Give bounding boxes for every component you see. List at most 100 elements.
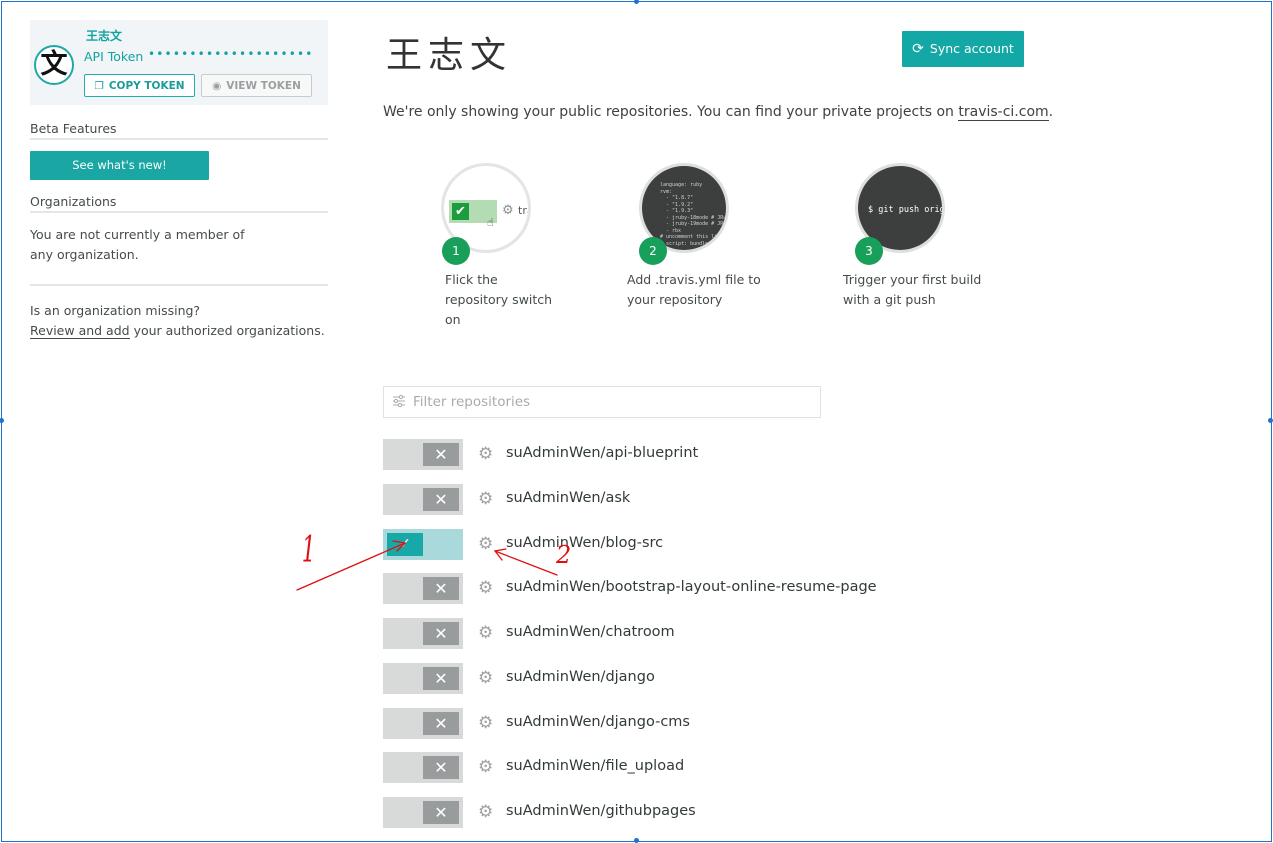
sync-account-label: Sync account xyxy=(929,41,1014,56)
filter-repositories-input[interactable] xyxy=(413,391,813,413)
repository-row: ✕ ⚙ suAdminWen/django-cms xyxy=(383,707,983,753)
repository-toggle[interactable]: ✕ xyxy=(383,662,463,694)
x-icon: ✕ xyxy=(423,801,459,824)
repository-toggle[interactable]: ✕ xyxy=(383,483,463,515)
repository-row: ✕ ⚙ suAdminWen/api-blueprint xyxy=(383,439,983,484)
step-2-badge: 2 xyxy=(639,237,667,265)
filter-repositories-box xyxy=(383,386,821,418)
resize-handle-right[interactable] xyxy=(1268,418,1273,423)
see-whats-new-button[interactable]: See what's new! xyxy=(30,151,209,180)
repository-name[interactable]: suAdminWen/django-cms xyxy=(506,714,690,730)
review-and-add-link[interactable]: Review and add xyxy=(30,323,130,339)
repository-row: ✕ ⚙ suAdminWen/django xyxy=(383,662,983,708)
settings-gear-icon[interactable]: ⚙ xyxy=(478,757,493,777)
view-token-label: VIEW TOKEN xyxy=(226,80,301,92)
divider xyxy=(30,211,328,213)
annotation-label-1: 1 xyxy=(302,528,316,570)
divider xyxy=(30,284,328,286)
page-title: 王志文 xyxy=(386,35,513,76)
step-3-text: Trigger your first build with a git push xyxy=(843,270,981,310)
x-icon: ✕ xyxy=(423,443,459,466)
profile-card: 文 王志文 API Token •••••••••••••••••••• ❐ CO… xyxy=(30,20,328,105)
repository-toggle[interactable]: ✕ xyxy=(383,573,463,605)
repository-name[interactable]: suAdminWen/api-blueprint xyxy=(506,445,698,461)
mini-repo-label: tra xyxy=(518,204,528,217)
settings-gear-icon[interactable]: ⚙ xyxy=(478,578,493,598)
missing-organization-question: Is an organization missing? xyxy=(30,303,201,318)
divider xyxy=(30,138,328,140)
repository-row: ✕ ⚙ suAdminWen/chatroom xyxy=(383,618,983,663)
view-token-button[interactable]: ◉ VIEW TOKEN xyxy=(201,74,312,97)
repository-name[interactable]: suAdminWen/ask xyxy=(506,490,630,506)
sync-account-button[interactable]: ⟳ Sync account xyxy=(902,31,1024,67)
api-token-label: API Token xyxy=(84,49,144,64)
x-icon: ✕ xyxy=(423,577,459,601)
repository-row: ✕ ⚙ suAdminWen/ask xyxy=(383,483,983,529)
missing-organization-text: Is an organization missing? Review and a… xyxy=(30,301,325,341)
organizations-message: You are not currently a member of any or… xyxy=(30,225,245,265)
copy-icon: ❐ xyxy=(94,80,104,92)
repository-toggle[interactable]: ✕ xyxy=(383,439,463,470)
repository-name[interactable]: suAdminWen/githubpages xyxy=(506,803,696,819)
notice-end: . xyxy=(1048,104,1054,120)
repository-name[interactable]: suAdminWen/file_upload xyxy=(506,758,684,774)
repository-toggle[interactable]: ✓ xyxy=(383,528,463,560)
settings-gear-icon[interactable]: ⚙ xyxy=(478,802,493,822)
step-3-line2: with a git push xyxy=(843,292,936,307)
travis-yml-snippet: language: ruby rvm: - "1.8.7" - "1.9.2" … xyxy=(660,182,729,247)
repository-toggle[interactable]: ✕ xyxy=(383,707,463,739)
repository-toggle[interactable]: ✕ xyxy=(383,797,463,828)
repository-row: ✕ ⚙ suAdminWen/bootstrap-layout-online-res… xyxy=(383,573,983,618)
step-1-text: Flick the repository switch on xyxy=(445,270,552,330)
step-3-line1: Trigger your first build xyxy=(843,272,982,287)
avatar: 文 xyxy=(34,45,74,85)
step-3-badge: 3 xyxy=(855,237,883,265)
review-and-add-rest: your authorized organizations. xyxy=(129,323,325,338)
repository-toggle[interactable]: ✕ xyxy=(383,752,463,784)
x-icon: ✕ xyxy=(423,666,459,690)
organizations-message-line1: You are not currently a member of xyxy=(30,227,245,242)
settings-gear-icon[interactable]: ⚙ xyxy=(478,713,493,733)
step-2-line1: Add .travis.yml file to xyxy=(627,272,761,287)
repository-name[interactable]: suAdminWen/chatroom xyxy=(506,624,675,640)
step-1-line2: repository switch xyxy=(445,292,553,307)
x-icon: ✕ xyxy=(423,487,459,511)
profile-name: 王志文 xyxy=(86,29,123,43)
settings-gear-icon[interactable]: ⚙ xyxy=(478,489,493,509)
sync-icon: ⟳ xyxy=(912,41,924,57)
repository-list: ✕ ⚙ suAdminWen/api-blueprint ✕ ⚙ suAdminWen/a… xyxy=(383,439,983,842)
git-push-command: $ git push origin xyxy=(868,205,945,215)
api-token-masked: •••••••••••••••••••• xyxy=(148,47,314,61)
repository-row: ✕ ⚙ suAdminWen/file_upload xyxy=(383,752,983,797)
settings-gear-icon[interactable]: ⚙ xyxy=(478,534,493,554)
repository-toggle[interactable]: ✕ xyxy=(383,618,463,649)
sliders-icon xyxy=(393,394,405,408)
x-icon: ✕ xyxy=(423,622,459,645)
repository-row: ✕ ⚙ suAdminWen/githubpages xyxy=(383,797,983,842)
gear-icon: ⚙ xyxy=(502,203,514,218)
settings-gear-icon[interactable]: ⚙ xyxy=(478,444,493,464)
beta-features-heading: Beta Features xyxy=(30,121,117,136)
step-1-line1: Flick the xyxy=(445,272,498,287)
resize-handle-left[interactable] xyxy=(0,418,4,423)
step-1-line3: on xyxy=(445,312,461,327)
hand-cursor-icon: ☝ xyxy=(487,216,494,229)
public-repos-notice: We're only showing your public repositor… xyxy=(383,104,1054,121)
settings-gear-icon[interactable]: ⚙ xyxy=(478,623,493,643)
notice-text: We're only showing your public repositor… xyxy=(383,104,959,120)
x-icon: ✕ xyxy=(423,756,459,780)
check-icon: ✓ xyxy=(387,532,423,556)
step-1-badge: 1 xyxy=(442,237,470,265)
organizations-message-line2: any organization. xyxy=(30,247,139,262)
settings-gear-icon[interactable]: ⚙ xyxy=(478,668,493,688)
repository-name[interactable]: suAdminWen/blog-src xyxy=(506,535,663,551)
copy-token-label: COPY TOKEN xyxy=(108,80,185,92)
organizations-heading: Organizations xyxy=(30,194,117,209)
copy-token-button[interactable]: ❐ COPY TOKEN xyxy=(84,74,195,97)
repository-name[interactable]: suAdminWen/django xyxy=(506,669,655,685)
x-icon: ✕ xyxy=(423,711,459,735)
travis-ci-com-link[interactable]: travis-ci.com xyxy=(958,104,1049,121)
repository-name[interactable]: suAdminWen/bootstrap-layout-online-resum… xyxy=(506,579,877,595)
check-icon: ✔ xyxy=(452,203,469,220)
resize-handle-top[interactable] xyxy=(634,0,639,4)
